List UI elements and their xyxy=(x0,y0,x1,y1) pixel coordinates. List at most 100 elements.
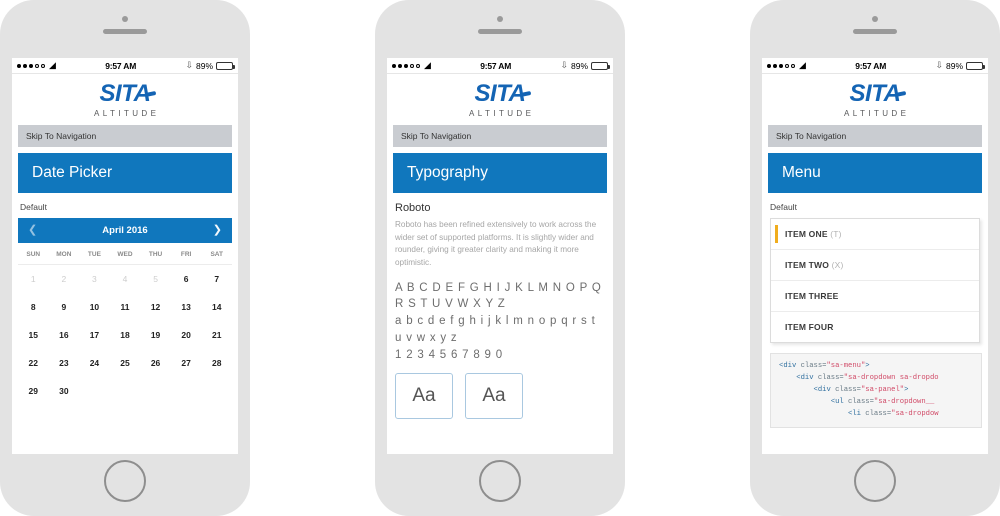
logo-altitude-label: ALTITUDE xyxy=(94,109,160,118)
font-name-heading: Roboto xyxy=(395,202,431,214)
page-title: Date Picker xyxy=(18,153,232,193)
battery-percent: 89% xyxy=(570,60,588,71)
calendar-day[interactable]: 6 xyxy=(171,265,202,293)
calendar-header: ❮ April 2016 ❯ xyxy=(18,218,232,243)
logo-sita-text: SITA xyxy=(849,80,907,107)
screen-date-picker: ◢ 9:57 AM ⇩ 89% SITA ALTITUDE Skip To Na… xyxy=(12,58,238,454)
logo-swoosh-icon xyxy=(145,90,157,98)
calendar-weekday: THU xyxy=(140,243,171,265)
calendar-day[interactable]: 29 xyxy=(18,377,49,405)
calendar-day-empty xyxy=(140,377,171,405)
home-button[interactable] xyxy=(854,460,896,502)
date-picker-widget[interactable]: ❮ April 2016 ❯ SUN MON TUE WED THU FRI SAT 123… xyxy=(18,218,232,405)
calendar-day[interactable]: 7 xyxy=(201,265,232,293)
phone-device-date-picker: ◢ 9:57 AM ⇩ 89% SITA ALTITUDE Skip To Na… xyxy=(0,0,250,516)
calendar-day[interactable]: 15 xyxy=(18,321,49,349)
code-token-tag: <li xyxy=(779,409,866,418)
code-token-attr: class= xyxy=(800,362,827,370)
calendar-day[interactable]: 14 xyxy=(201,293,232,321)
menu-item[interactable]: ITEM TWO (X) xyxy=(771,250,979,281)
code-token-tag: > xyxy=(904,385,909,394)
calendar-day[interactable]: 23 xyxy=(49,349,80,377)
menu-item[interactable]: ITEM THREE xyxy=(771,281,979,312)
calendar-day[interactable]: 13 xyxy=(171,293,202,321)
app-logo: SITA ALTITUDE xyxy=(762,74,988,125)
calendar-day[interactable]: 10 xyxy=(79,293,110,321)
calendar-day[interactable]: 12 xyxy=(140,293,171,321)
calendar-day[interactable]: 21 xyxy=(201,321,232,349)
code-token-str: "sa-dropdown__ xyxy=(873,397,935,406)
skip-to-navigation-link[interactable]: Skip To Navigation xyxy=(768,125,982,147)
logo-swoosh-icon xyxy=(520,90,532,98)
section-label-default: Default xyxy=(20,202,47,212)
camera-icon xyxy=(497,16,503,22)
calendar-day[interactable]: 11 xyxy=(110,293,141,321)
calendar-weekday: MON xyxy=(48,243,80,265)
speaker-grill xyxy=(853,29,897,34)
bluetooth-icon: ⇩ xyxy=(935,60,943,70)
calendar-day-grid[interactable]: 1 2 3 4 5 6 7 8 9 10 11 12 13 14 15 16 17 18 19 20 21 22 23 24 2… xyxy=(18,265,232,405)
screen-menu: ◢ 9:57 AM ⇩ 89% SITA ALTITUDE Skip To Na… xyxy=(762,58,988,454)
skip-to-navigation-link[interactable]: Skip To Navigation xyxy=(393,125,607,147)
menu-item[interactable]: ITEM FOUR xyxy=(771,312,979,342)
calendar-day[interactable]: 2 xyxy=(49,265,80,293)
status-bar: ◢ 9:57 AM ⇩ 89% xyxy=(762,58,988,74)
status-bar-left: ◢ xyxy=(767,61,806,70)
calendar-day[interactable]: 9 xyxy=(49,293,80,321)
home-button[interactable] xyxy=(104,460,146,502)
logo-altitude-label: ALTITUDE xyxy=(844,109,910,118)
calendar-day[interactable]: 16 xyxy=(49,321,80,349)
status-bar-right: ⇩ 89% xyxy=(560,60,610,71)
home-button[interactable] xyxy=(479,460,521,502)
dropdown-panel[interactable]: ITEM ONE (T) ITEM TWO (X) ITEM THREE ITEM F… xyxy=(770,218,980,343)
logo-swoosh-icon xyxy=(895,90,907,98)
app-logo: SITA ALTITUDE xyxy=(12,74,238,125)
specimen-line: 1 2 3 4 5 6 7 8 9 0 xyxy=(395,348,503,361)
calendar-day[interactable]: 3 xyxy=(79,265,110,293)
wifi-icon: ◢ xyxy=(49,60,56,70)
menu-section: ITEM ONE (T) ITEM TWO (X) ITEM THREE ITEM F… xyxy=(762,218,988,343)
menu-item-label: ITEM TWO xyxy=(785,260,830,270)
code-snippet: <div class="sa-menu"> <div class="sa-dro… xyxy=(770,353,982,429)
calendar-day[interactable]: 25 xyxy=(110,349,141,377)
calendar-day[interactable]: 24 xyxy=(79,349,110,377)
calendar-weekday: WED xyxy=(109,243,141,265)
calendar-day[interactable]: 4 xyxy=(110,265,141,293)
skip-to-navigation-link[interactable]: Skip To Navigation xyxy=(18,125,232,147)
calendar-day[interactable]: 18 xyxy=(110,321,141,349)
code-token-tag: <div xyxy=(779,362,801,370)
status-bar-right: ⇩ 89% xyxy=(185,61,235,71)
code-token-tag: <ul xyxy=(779,397,849,406)
calendar-day[interactable]: 22 xyxy=(18,349,49,377)
signal-strength-icon xyxy=(392,63,420,68)
calendar-day[interactable]: 30 xyxy=(49,377,80,405)
specimen-line: A B C D E F G H I J K L M N O P Q xyxy=(395,281,602,294)
calendar-day[interactable]: 17 xyxy=(79,321,110,349)
font-sample-box[interactable]: Aa xyxy=(465,373,523,420)
battery-icon xyxy=(216,61,235,70)
code-line: <div class="sa-menu"> xyxy=(779,361,973,373)
signal-strength-icon xyxy=(17,63,45,68)
calendar-day[interactable]: 27 xyxy=(171,349,202,377)
code-token-attr: class= xyxy=(848,397,874,406)
calendar-day[interactable]: 20 xyxy=(171,321,202,349)
status-bar-right: ⇩ 89% xyxy=(935,60,985,71)
calendar-day[interactable]: 1 xyxy=(18,265,49,293)
camera-icon xyxy=(122,16,128,22)
calendar-day[interactable]: 19 xyxy=(140,321,171,349)
chevron-right-icon[interactable]: ❯ xyxy=(213,225,222,236)
calendar-weekday-row: SUN MON TUE WED THU FRI SAT xyxy=(18,243,232,265)
specimen-line: R S T U V W X Y Z xyxy=(395,298,506,311)
code-token-attr: class= xyxy=(835,385,861,394)
calendar-day[interactable]: 28 xyxy=(201,349,232,377)
page-title: Typography xyxy=(393,153,607,193)
calendar-day-empty xyxy=(171,377,202,405)
font-sample-box[interactable]: Aa xyxy=(395,373,453,420)
menu-item[interactable]: ITEM ONE (T) xyxy=(771,219,979,250)
chevron-left-icon[interactable]: ❮ xyxy=(28,225,37,236)
calendar-day[interactable]: 26 xyxy=(140,349,171,377)
logo-sita-label: SITA xyxy=(849,80,901,107)
calendar-day[interactable]: 8 xyxy=(18,293,49,321)
calendar-day[interactable]: 5 xyxy=(140,265,171,293)
battery-icon xyxy=(966,61,985,70)
